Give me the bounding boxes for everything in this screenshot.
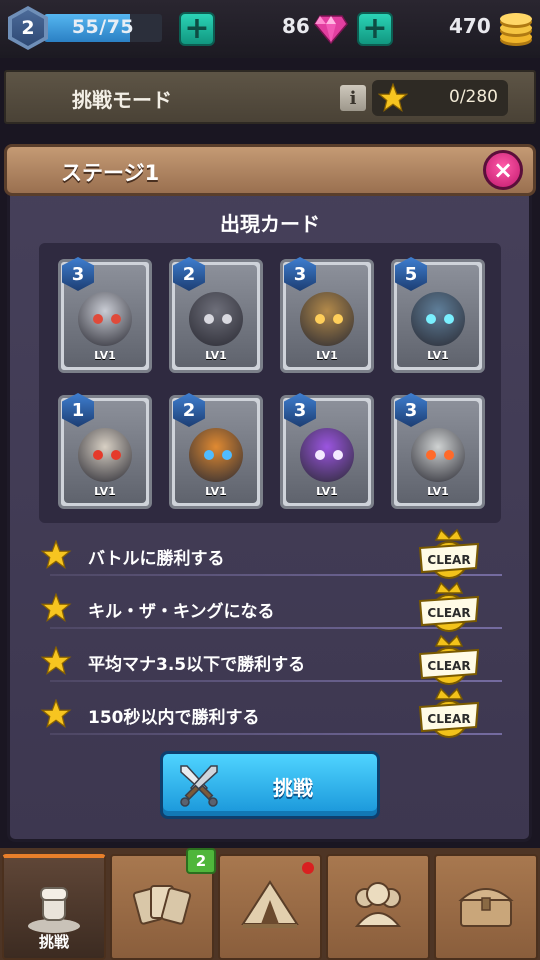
star-icon (40, 593, 72, 622)
tent-icon (241, 880, 299, 928)
crossed-swords-icon (180, 765, 218, 807)
card-level: LV1 (205, 485, 227, 498)
card-character-eye (111, 314, 121, 324)
clear-label: CLEAR (427, 606, 470, 620)
card-character-eye (444, 314, 454, 324)
player-level: 2 (12, 10, 44, 46)
mana-cost: 3 (293, 399, 307, 421)
tab-challenge-label: 挑戦 (38, 933, 69, 951)
top-status-bar: 55/75 2 + 86 + 470 (0, 0, 540, 58)
card-character-eye (222, 450, 232, 460)
clear-badge: CLEAR (418, 687, 480, 738)
clear-label: CLEAR (427, 712, 470, 726)
card-character-eye (222, 314, 232, 324)
player-level-badge[interactable]: 2 (8, 6, 48, 50)
card-character-eye (204, 450, 214, 460)
card-character-eye (111, 450, 121, 460)
mode-bar: 挑戦モード i 0/280 (4, 70, 536, 124)
mana-cost: 3 (404, 399, 418, 421)
plus-icon: + (184, 11, 210, 46)
mode-title: 挑戦モード (72, 88, 172, 112)
coin-count: 470 (449, 14, 491, 38)
gem-icon (314, 15, 348, 44)
star-progress: 0/280 (372, 80, 508, 116)
card-character-eye (93, 450, 103, 460)
card-character (411, 428, 465, 482)
card-level: LV1 (94, 349, 116, 362)
card-character-eye (426, 450, 436, 460)
bottom-nav: 挑戦 (0, 848, 540, 960)
star-icon (40, 699, 72, 728)
card-level: LV1 (316, 349, 338, 362)
card-character-eye (333, 450, 343, 460)
gem-count: 86 (282, 14, 310, 38)
card-character-eye (315, 314, 325, 324)
star-count: 0/280 (449, 87, 498, 107)
stage-header: ステージ1 (4, 144, 536, 196)
card-character (189, 428, 243, 482)
challenge-label: 挑戦 (273, 776, 313, 800)
clear-badge: CLEAR (418, 581, 480, 632)
clear-label: CLEAR (427, 659, 470, 673)
card-character-eye (444, 450, 454, 460)
stage-title: ステージ1 (61, 161, 160, 185)
camp-notification-dot (302, 862, 314, 874)
card-level: LV1 (427, 485, 449, 498)
card-character (189, 292, 243, 346)
card-character-eye (426, 314, 436, 324)
objective-text: バトルに勝利する (88, 549, 225, 569)
cards-icon (132, 885, 192, 925)
card-character-eye (93, 314, 103, 324)
xp-text: 55/75 (71, 16, 135, 38)
mana-cost: 2 (182, 263, 196, 285)
objective-row: 150秒以内で勝利する CLEAR (40, 687, 502, 738)
objective-text: キル・ザ・キングになる (88, 602, 275, 622)
objective-text: 150秒以内で勝利する (88, 708, 260, 728)
star-icon (40, 646, 72, 675)
card-character (411, 292, 465, 346)
card-character-eye (204, 314, 214, 324)
card-character (300, 428, 354, 482)
friends-icon (354, 882, 402, 927)
clear-badge: CLEAR (418, 528, 480, 579)
card-level: LV1 (316, 485, 338, 498)
appearing-cards-title: 出現カード (220, 212, 320, 236)
mana-cost: 3 (293, 263, 307, 285)
card-character-eye (333, 314, 343, 324)
xp-bar: 55/75 (44, 14, 162, 42)
card-character (78, 428, 132, 482)
card-character-eye (315, 450, 325, 460)
objective-text: 平均マナ3.5以下で勝利する (88, 655, 306, 675)
star-icon (378, 83, 408, 112)
info-icon[interactable]: i (340, 85, 366, 111)
objective-row: バトルに勝利する CLEAR (40, 528, 502, 579)
mana-cost: 3 (71, 263, 85, 285)
mana-cost: 2 (182, 399, 196, 421)
card-character (78, 292, 132, 346)
treasure-chest-icon (458, 888, 514, 927)
coin-stack-icon (500, 13, 532, 46)
card-level: LV1 (205, 349, 227, 362)
clear-label: CLEAR (427, 553, 470, 567)
mana-cost: 1 (71, 399, 85, 421)
clear-badge: CLEAR (418, 634, 480, 685)
star-icon (40, 540, 72, 569)
card-level: LV1 (427, 349, 449, 362)
fist-trophy-icon (28, 887, 80, 933)
cards-notification-badge: 2 (186, 848, 216, 874)
objective-row: 平均マナ3.5以下で勝利する CLEAR (40, 634, 502, 685)
add-gems-button[interactable]: + (357, 12, 393, 46)
plus-icon: + (362, 11, 388, 46)
card-character (300, 292, 354, 346)
tab-challenge[interactable]: 挑戦 (2, 854, 106, 960)
objective-row: キル・ザ・キングになる CLEAR (40, 581, 502, 632)
tab-chest[interactable] (434, 854, 538, 960)
mana-cost: 5 (404, 263, 418, 285)
close-button[interactable]: × (483, 150, 523, 190)
challenge-button[interactable]: 挑戦 (160, 751, 380, 819)
add-xp-button[interactable]: + (179, 12, 215, 46)
card-level: LV1 (94, 485, 116, 498)
tab-friends[interactable] (326, 854, 430, 960)
